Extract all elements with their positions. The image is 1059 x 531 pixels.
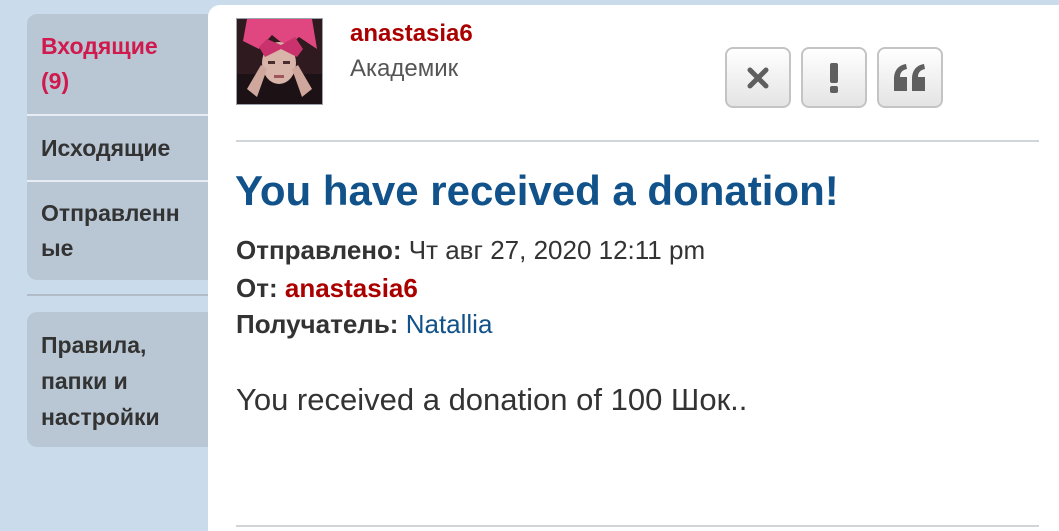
sidebar-divider (27, 294, 208, 296)
quote-icon (894, 63, 925, 91)
quote-button[interactable] (877, 47, 943, 108)
nav-sent-label: Отправленн ые (41, 200, 180, 261)
delete-button[interactable] (725, 47, 791, 108)
from-label: От: (236, 273, 278, 303)
avatar-image (237, 19, 322, 104)
message-body: You received a donation of 100 Шок.. (236, 382, 748, 417)
nav-sent[interactable]: Отправленн ые (27, 180, 208, 280)
recipient-user-link[interactable]: Natallia (406, 309, 493, 339)
nav-inbox[interactable]: Входящие (9) (27, 14, 208, 114)
post-actions (725, 47, 943, 108)
from-row: От: anastasia6 (236, 273, 418, 304)
sent-date: Чт авг 27, 2020 12:11 pm (408, 235, 706, 265)
report-button[interactable] (801, 47, 867, 108)
author-rank: Академик (350, 55, 459, 82)
folder-nav: Входящие (9) Исходящие Отправленн ые (27, 14, 208, 280)
message-panel: anastasia6 Академик You have received a … (208, 5, 1059, 531)
exclamation-icon (830, 62, 838, 93)
recipient-label: Получатель: (236, 309, 399, 339)
nav-rules-folders-settings[interactable]: Правила, папки и настройки (27, 312, 208, 447)
settings-nav: Правила, папки и настройки (27, 312, 208, 447)
sent-date-row: Отправлено: Чт авг 27, 2020 12:11 pm (236, 235, 705, 266)
sent-label: Отправлено: (236, 235, 402, 265)
nav-inbox-label: Входящие (9) (41, 33, 158, 94)
footer-divider (236, 525, 1039, 527)
recipient-row: Получатель: Natallia (236, 309, 492, 340)
from-user-link[interactable]: anastasia6 (285, 273, 418, 303)
avatar[interactable] (236, 18, 323, 105)
nav-outbox-label: Исходящие (41, 134, 171, 161)
author-name[interactable]: anastasia6 (350, 20, 473, 48)
nav-outbox[interactable]: Исходящие (27, 114, 208, 180)
pm-sidebar: Входящие (9) Исходящие Отправленн ые Пра… (27, 14, 208, 447)
nav-rules-label: Правила, папки и настройки (41, 331, 160, 430)
message-subject: You have received a donation! (235, 167, 839, 214)
close-icon (747, 67, 769, 88)
header-divider (236, 140, 1039, 142)
